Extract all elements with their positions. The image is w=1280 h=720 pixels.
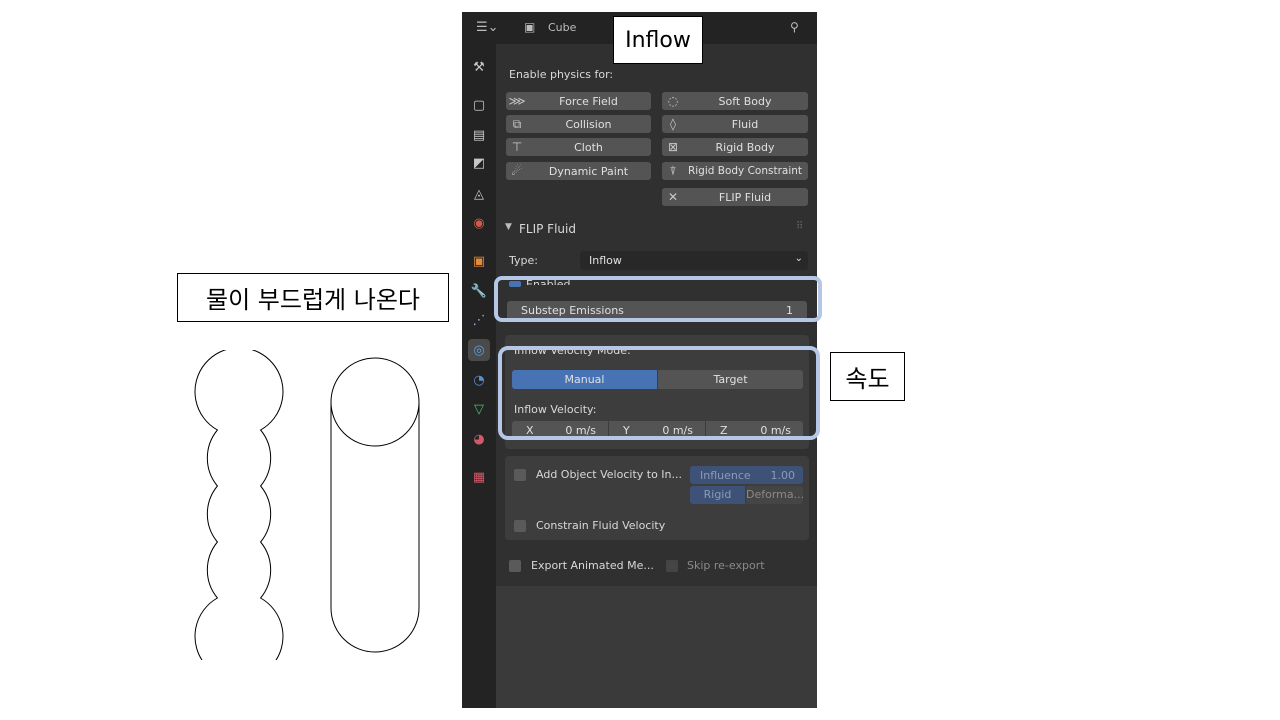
object-velocity-subpanel: Add Object Velocity to In... Influence 1… (505, 456, 809, 540)
panel-collapse-icon[interactable]: ▼ (505, 222, 512, 232)
flip-fluid-button[interactable]: ✕ FLIP Fluid (662, 188, 808, 206)
object-tab-icon[interactable]: ▣ (468, 250, 490, 272)
chevron-down-icon: ⌄ (794, 253, 803, 264)
scene-tab-icon[interactable]: ◬ (468, 183, 490, 205)
rigid-body-constraint-button[interactable]: ⍒ Rigid Body Constraint (662, 162, 808, 180)
pin-icon[interactable]: ⚲ (790, 20, 799, 38)
rigid-body-button[interactable]: ⊠ Rigid Body (662, 138, 808, 156)
render-tab-icon[interactable]: ▢ (468, 94, 490, 116)
deform-button[interactable]: Deforma... (746, 486, 804, 504)
panel-bottom-area (496, 586, 817, 708)
influence-field[interactable]: Influence 1.00 (690, 466, 803, 484)
dynamic-paint-button[interactable]: ☄ Dynamic Paint (506, 162, 651, 180)
skip-reexport-checkbox[interactable] (666, 560, 678, 572)
speed-callout: 속도 (830, 352, 905, 401)
rigid-button[interactable]: Rigid (690, 486, 745, 504)
dynamic-paint-icon: ☄ (511, 164, 523, 178)
close-icon[interactable]: ✕ (664, 190, 682, 204)
enable-physics-label: Enable physics for: (509, 68, 614, 81)
skip-reexport-label: Skip re-export (687, 559, 765, 572)
type-label: Type: (509, 254, 538, 267)
object-icon: ▣ (524, 20, 536, 34)
add-object-velocity-label: Add Object Velocity to In... (536, 468, 683, 481)
constrain-velocity-label: Constrain Fluid Velocity (536, 519, 666, 532)
cloth-icon: ⊤ (511, 140, 523, 154)
particles-tab-icon[interactable]: ⋰ (468, 309, 490, 331)
data-tab-icon[interactable]: ▽ (468, 398, 490, 420)
collision-icon: ⧉ (512, 116, 522, 131)
export-animated-checkbox[interactable] (509, 560, 521, 572)
drag-handle-icon[interactable]: ⠿ (796, 221, 803, 232)
fluid-icon: ◊ (670, 117, 676, 131)
substep-highlight (494, 276, 822, 322)
world-tab-icon[interactable]: ◉ (468, 212, 490, 234)
smooth-stream-drawing (330, 357, 420, 653)
cloth-button[interactable]: ⊤ Cloth (506, 138, 651, 156)
inflow-callout: Inflow (613, 16, 703, 64)
velocity-highlight (498, 346, 820, 440)
flip-panel-title[interactable]: FLIP Fluid (519, 222, 576, 236)
rigid-body-constraint-icon: ⍒ (669, 163, 677, 178)
texture-tab-icon[interactable]: ▦ (468, 466, 490, 488)
editor-type-icon[interactable]: ☰⌄ (476, 20, 499, 38)
properties-tabbar: ⚒ ▢ ▤ ◩ ◬ ◉ ▣ 🔧 ⋰ ◎ ◔ ▽ ◕ ▦ (462, 44, 496, 708)
rigid-body-icon: ⊠ (667, 140, 679, 154)
export-animated-label: Export Animated Me... (531, 559, 654, 572)
constraints-tab-icon[interactable]: ◔ (468, 369, 490, 391)
bumpy-stream-drawing (194, 350, 284, 660)
force-field-icon: ⋙ (508, 94, 526, 108)
add-object-velocity-checkbox[interactable] (514, 469, 526, 481)
constrain-velocity-checkbox[interactable] (514, 520, 526, 532)
view-layer-tab-icon[interactable]: ◩ (468, 152, 490, 174)
smooth-callout: 물이 부드럽게 나온다 (177, 273, 449, 322)
collision-button[interactable]: ⧉ Collision (506, 115, 651, 133)
type-dropdown[interactable]: Inflow ⌄ (580, 251, 808, 270)
fluid-button[interactable]: ◊ Fluid (662, 115, 808, 133)
object-name: Cube (548, 21, 577, 34)
modifier-tab-icon[interactable]: 🔧 (468, 280, 490, 302)
soft-body-button[interactable]: ◌ Soft Body (662, 92, 808, 110)
tool-tab-icon[interactable]: ⚒ (468, 56, 490, 78)
physics-tab-icon[interactable]: ◎ (468, 339, 490, 361)
material-tab-icon[interactable]: ◕ (468, 428, 490, 450)
soft-body-icon: ◌ (667, 94, 679, 108)
output-tab-icon[interactable]: ▤ (468, 124, 490, 146)
force-field-button[interactable]: ⋙ Force Field (506, 92, 651, 110)
